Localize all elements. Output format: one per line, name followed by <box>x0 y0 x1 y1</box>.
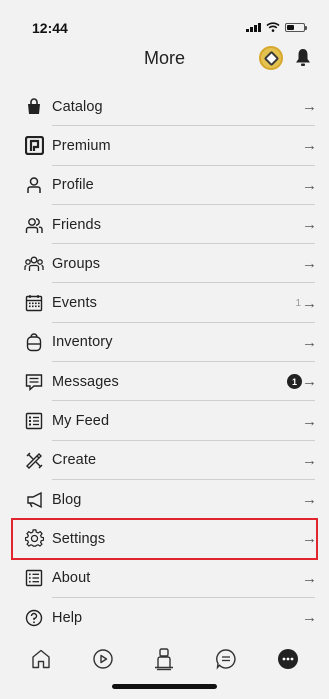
home-indicator <box>112 684 217 689</box>
arrow-right-icon: → <box>302 176 317 194</box>
menu-item-label: My Feed <box>52 413 110 430</box>
gear-icon <box>24 529 44 549</box>
menu-item-friends[interactable]: Friends → <box>0 205 329 245</box>
home-icon <box>32 649 50 669</box>
discover-tab[interactable] <box>89 645 117 673</box>
arrow-right-icon: → <box>302 373 317 391</box>
menu-item-inventory[interactable]: Inventory → <box>0 323 329 363</box>
menu-item-groups[interactable]: Groups → <box>0 244 329 284</box>
menu-item-create[interactable]: Create → <box>0 441 329 480</box>
play-icon <box>92 649 113 669</box>
menu-item-help[interactable]: Help → <box>0 598 329 637</box>
arrow-right-icon: → <box>302 569 317 587</box>
header: More <box>0 40 329 80</box>
more-tab[interactable] <box>274 645 302 673</box>
menu-item-label: Friends <box>52 216 102 233</box>
menu-item-label: Catalog <box>52 98 103 115</box>
arrow-right-icon: → <box>302 255 317 273</box>
menu-item-label: Settings <box>52 530 106 547</box>
bell-icon[interactable] <box>291 46 315 70</box>
status-time: 12:44 <box>32 20 68 36</box>
menu-item-label: Events <box>52 295 97 312</box>
feed-icon <box>24 411 44 431</box>
arrow-right-icon: → <box>302 98 317 116</box>
premium-icon <box>24 136 44 156</box>
menu-item-label: Inventory <box>52 334 113 351</box>
menu-item-events[interactable]: Events 1 → <box>0 283 329 323</box>
bottom-tab-bar <box>0 640 329 678</box>
arrow-right-icon: → <box>302 333 317 351</box>
arrow-right-icon: → <box>302 491 317 509</box>
unread-badge: 1 <box>287 374 302 390</box>
arrow-right-icon: → <box>302 530 317 548</box>
person-icon <box>24 175 44 195</box>
event-count: 1 <box>295 297 301 309</box>
menu-item-label: Profile <box>52 177 94 194</box>
menu-item-label: Create <box>52 452 97 469</box>
menu-item-label: Premium <box>52 137 111 154</box>
shopping-bag-icon <box>24 97 44 117</box>
battery-icon <box>285 22 307 32</box>
arrow-right-icon: → <box>302 294 317 312</box>
menu-item-premium[interactable]: Premium → <box>0 126 329 166</box>
arrow-right-icon: → <box>302 137 317 155</box>
calendar-icon <box>24 293 44 313</box>
menu-item-label: Blog <box>52 491 82 508</box>
menu-item-label: Help <box>52 609 83 626</box>
arrow-right-icon: → <box>302 609 317 626</box>
signal-icon <box>246 22 261 32</box>
chat-tab[interactable] <box>212 645 240 673</box>
menu-item-about[interactable]: About → <box>0 559 329 598</box>
menu-item-settings[interactable]: Settings → <box>11 518 318 560</box>
menu-item-label: About <box>52 570 91 587</box>
robux-icon[interactable] <box>259 46 283 70</box>
wifi-icon <box>266 22 280 32</box>
about-icon <box>24 568 44 588</box>
menu-item-my-feed[interactable]: My Feed → <box>0 401 329 441</box>
home-tab[interactable] <box>27 645 55 673</box>
menu-item-blog[interactable]: Blog → <box>0 480 329 520</box>
menu-item-messages[interactable]: Messages 1 → <box>0 362 329 402</box>
arrow-right-icon: → <box>302 412 317 430</box>
menu-item-label: Messages <box>52 373 119 390</box>
backpack-icon <box>24 332 44 352</box>
menu-item-catalog[interactable]: Catalog → <box>0 87 329 127</box>
megaphone-icon <box>24 490 44 510</box>
arrow-right-icon: → <box>302 451 317 469</box>
more-menu: Catalog → Premium → Profile → Friends → … <box>0 87 329 637</box>
status-icons <box>246 22 307 32</box>
menu-item-label: Groups <box>52 255 101 272</box>
status-bar: 12:44 <box>0 0 329 40</box>
create-icon <box>24 450 44 470</box>
help-icon <box>24 608 44 628</box>
chat-icon <box>216 649 236 670</box>
arrow-right-icon: → <box>302 216 317 234</box>
avatar-tab[interactable] <box>150 645 178 673</box>
friends-icon <box>24 215 44 235</box>
avatar-icon <box>155 648 174 671</box>
groups-icon <box>24 254 44 274</box>
message-icon <box>24 372 44 392</box>
more-icon <box>278 649 299 669</box>
menu-item-profile[interactable]: Profile → <box>0 166 329 205</box>
